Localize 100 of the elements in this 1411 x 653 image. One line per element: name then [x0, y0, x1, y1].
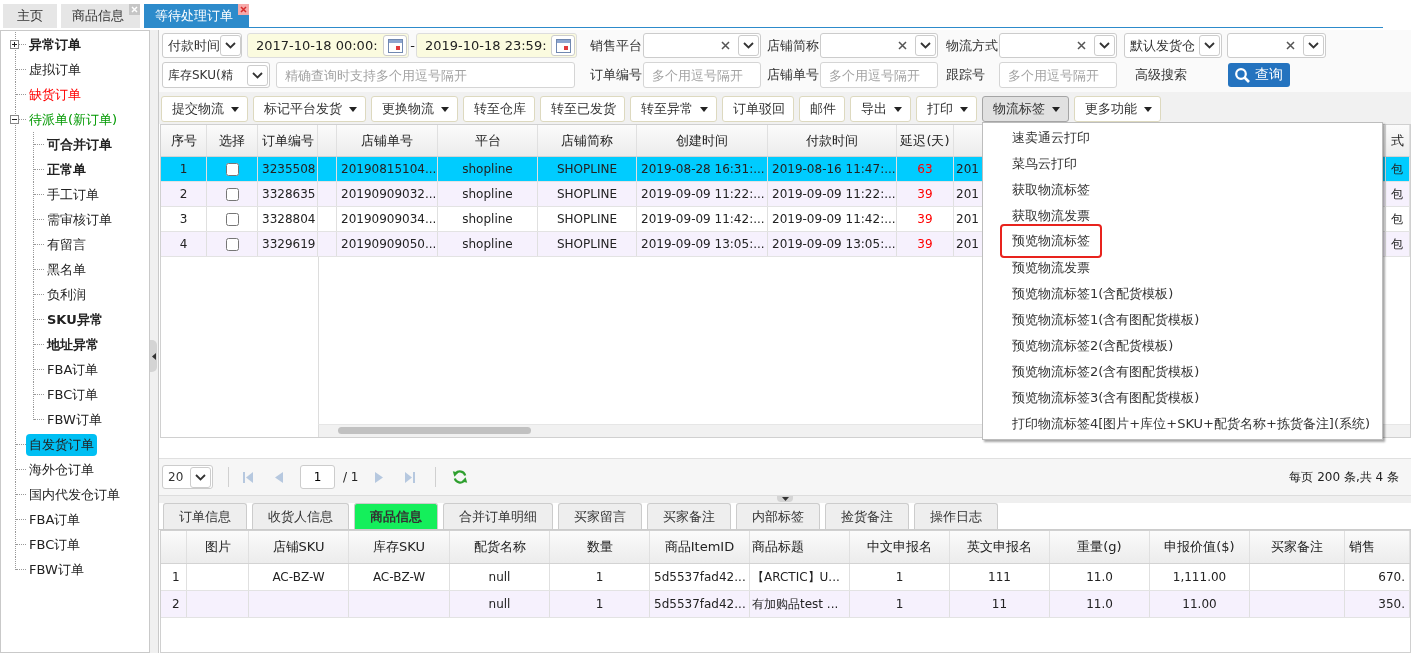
tree-item[interactable]: 可合并订单 — [44, 133, 115, 156]
minus-icon[interactable] — [10, 115, 19, 124]
tree-item[interactable]: 待派单(新订单) — [26, 108, 121, 131]
tree-item[interactable]: FBA订单 — [44, 358, 102, 381]
tab[interactable]: 商品信息 — [61, 4, 140, 28]
combo-field[interactable] — [1227, 33, 1326, 58]
checkbox[interactable] — [225, 212, 239, 226]
menu-item[interactable]: 速卖通云打印 — [1002, 125, 1100, 151]
combo-field[interactable] — [643, 33, 761, 58]
text-input[interactable]: 多个用逗号隔开 — [820, 62, 938, 88]
text-input[interactable]: 多个用逗号隔开 — [643, 62, 761, 88]
toolbar-button[interactable]: 更换物流 — [371, 96, 458, 122]
text-input[interactable]: 多个用逗号隔开 — [999, 62, 1117, 88]
dropdown-button[interactable] — [738, 35, 759, 56]
collapse-handle[interactable] — [150, 340, 157, 372]
tree-item[interactable]: 国内代发仓订单 — [26, 483, 123, 506]
tree-item[interactable]: 自发货订单 — [26, 433, 97, 456]
dropdown-button[interactable] — [1303, 35, 1324, 56]
toolbar-button[interactable]: 更多功能 — [1074, 96, 1161, 122]
dropdown-button[interactable] — [1199, 35, 1220, 56]
tree-item[interactable]: 虚拟订单 — [26, 58, 84, 81]
combo-field[interactable] — [820, 33, 938, 58]
refresh-icon[interactable] — [451, 469, 468, 485]
date-field[interactable]: 2017-10-18 00:00: — [247, 33, 409, 58]
menu-item[interactable]: 预览物流标签1(含有图配货模板) — [1002, 307, 1210, 333]
tab[interactable]: 操作日志 — [914, 503, 998, 529]
tree-item[interactable]: 手工订单 — [44, 183, 102, 206]
text-input[interactable]: 精确查询时支持多个用逗号隔开 — [276, 62, 575, 88]
tree-item[interactable]: 黑名单 — [44, 258, 89, 281]
table-row[interactable]: 1 AC-BZ-W AC-BZ-W null 1 5d5537fad42... 【ARCTIC】U... 1 111 11.0 1,111.00 670. — [161, 564, 1410, 591]
tab[interactable]: 收货人信息 — [252, 503, 349, 529]
calendar-button[interactable] — [383, 35, 407, 56]
combo-field[interactable] — [999, 33, 1117, 58]
dropdown-button[interactable] — [915, 35, 936, 56]
table-row[interactable]: 2 null 1 5d5537fad42... 有加购品test ... 1 11 11.0 11.00 350. — [161, 591, 1410, 618]
page-input[interactable]: 1 — [300, 465, 335, 489]
tree-item[interactable]: 负利润 — [44, 283, 89, 306]
tree-item[interactable]: 正常单 — [44, 158, 89, 181]
tab[interactable]: 捡货备注 — [825, 503, 909, 529]
column-header: 店铺单号 — [337, 125, 438, 156]
tab[interactable]: 等待处理订单 — [144, 4, 249, 28]
toolbar-button[interactable]: 转至已发货 — [540, 96, 625, 122]
scrollbar-thumb[interactable] — [338, 427, 531, 434]
dropdown-button[interactable] — [220, 35, 241, 56]
tab[interactable]: 内部标签 — [736, 503, 820, 529]
menu-item[interactable]: 打印物流标签4[图片+库位+SKU+配货名称+拣货备注](系统) — [1002, 411, 1381, 437]
toolbar-button[interactable]: 导出 — [850, 96, 911, 122]
close-icon[interactable] — [238, 4, 249, 15]
tree-item[interactable]: 缺货订单 — [26, 83, 84, 106]
tree-item[interactable]: 需审核订单 — [44, 208, 115, 231]
tab[interactable]: 主页 — [3, 4, 57, 28]
toolbar-button[interactable]: 转至异常 — [630, 96, 717, 122]
tab[interactable]: 买家留言 — [558, 503, 642, 529]
toolbar-button[interactable]: 提交物流 — [161, 96, 248, 122]
toolbar-button[interactable]: 物流标签 — [982, 96, 1069, 122]
tree-item[interactable]: 异常订单 — [26, 33, 84, 56]
dropdown-button[interactable] — [1094, 35, 1115, 56]
checkbox[interactable] — [225, 187, 239, 201]
page-size-select[interactable]: 20 — [162, 465, 213, 489]
tab[interactable]: 买家备注 — [647, 503, 731, 529]
toolbar-button[interactable]: 打印 — [916, 96, 977, 122]
toolbar-button[interactable]: 转至仓库 — [463, 96, 535, 122]
tab[interactable]: 商品信息 — [354, 503, 438, 529]
tab[interactable]: 合并订单明细 — [443, 503, 553, 529]
tree-item[interactable]: FBA订单 — [26, 508, 84, 531]
menu-item[interactable]: 预览物流标签1(含配货模板) — [1002, 281, 1184, 307]
dropdown-button[interactable] — [190, 466, 211, 488]
collapse-handle[interactable] — [777, 496, 793, 502]
advanced-search-link[interactable]: 高级搜索 — [1135, 66, 1187, 84]
toolbar-button[interactable]: 邮件 — [799, 96, 845, 122]
dropdown-select[interactable]: 默认发货仓 — [1124, 33, 1222, 58]
clear-icon[interactable] — [1286, 41, 1295, 50]
tab[interactable]: 订单信息 — [163, 503, 247, 529]
checkbox[interactable] — [225, 237, 239, 251]
menu-item[interactable]: 预览物流标签3(含有图配货模板) — [1002, 385, 1210, 411]
tree-item[interactable]: 有留言 — [44, 233, 89, 256]
tree-item[interactable]: 海外仓订单 — [26, 458, 97, 481]
toolbar-button[interactable]: 标记平台发货 — [253, 96, 366, 122]
tree-item[interactable]: FBW订单 — [26, 558, 87, 581]
menu-item[interactable]: 预览物流标签 — [1000, 224, 1102, 258]
toolbar-button[interactable]: 订单驳回 — [722, 96, 794, 122]
clear-icon[interactable] — [1077, 41, 1086, 50]
dropdown-select[interactable]: 库存SKU(精 — [162, 62, 270, 88]
tree-item[interactable]: FBC订单 — [44, 383, 102, 406]
calendar-button[interactable] — [551, 35, 575, 56]
menu-item[interactable]: 预览物流标签2(含有图配货模板) — [1002, 359, 1210, 385]
clear-icon[interactable] — [721, 41, 730, 50]
date-field[interactable]: 2019-10-18 23:59: — [416, 33, 577, 58]
checkbox[interactable] — [225, 162, 239, 176]
tree-item[interactable]: 地址异常 — [44, 333, 102, 356]
tree-item[interactable]: FBW订单 — [44, 408, 105, 431]
search-button[interactable]: 查询 — [1228, 63, 1290, 87]
menu-item[interactable]: 预览物流发票 — [1002, 255, 1100, 281]
tree-item[interactable]: FBC订单 — [26, 533, 84, 556]
plus-icon[interactable] — [10, 40, 19, 49]
dropdown-select[interactable]: 付款时间 — [162, 33, 242, 58]
menu-item[interactable]: 预览物流标签2(含配货模板) — [1002, 333, 1184, 359]
clear-icon[interactable] — [898, 41, 907, 50]
tree-item[interactable]: SKU异常 — [44, 308, 106, 331]
dropdown-button[interactable] — [247, 64, 268, 86]
